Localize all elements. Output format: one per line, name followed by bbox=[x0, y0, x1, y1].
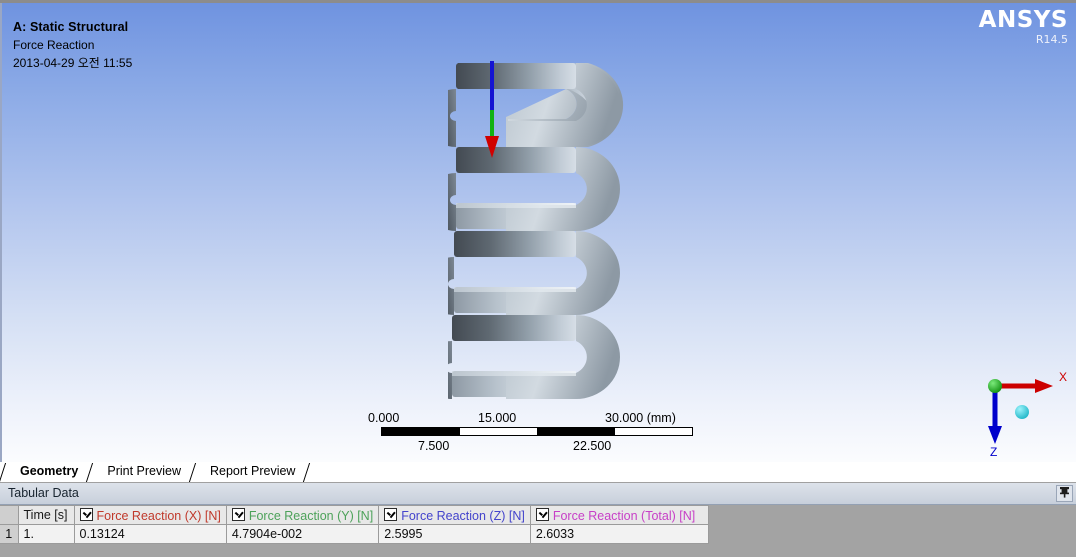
table-header-row: Time [s] Force Reaction (X) [N] Force Re… bbox=[0, 505, 709, 525]
column-label-force-x: Force Reaction (X) [N] bbox=[96, 508, 221, 523]
column-checkbox-force-z[interactable] bbox=[384, 507, 398, 521]
column-checkbox-force-x[interactable] bbox=[79, 507, 93, 521]
column-header-force-y[interactable]: Force Reaction (Y) [N] bbox=[226, 505, 380, 525]
tab-geometry[interactable]: Geometry bbox=[9, 462, 88, 482]
triad-x-label: X bbox=[1059, 370, 1067, 384]
ruler-label-7-5: 7.500 bbox=[418, 439, 450, 453]
column-checkbox-force-total[interactable] bbox=[535, 507, 549, 521]
panel-title-bar: Tabular Data bbox=[0, 483, 1076, 505]
column-checkbox-force-y[interactable] bbox=[231, 507, 245, 521]
tab-separator bbox=[190, 462, 199, 482]
tab-separator bbox=[0, 462, 9, 482]
ansys-logo: ANSYS R14.5 bbox=[978, 7, 1068, 47]
pushpin-glyph bbox=[1060, 487, 1069, 498]
column-label-force-y: Force Reaction (Y) [N] bbox=[248, 508, 374, 523]
graphics-viewport[interactable]: A: Static Structural Force Reaction 2013… bbox=[0, 0, 1076, 462]
ruler-label-22-5: 22.500 bbox=[573, 439, 612, 453]
triad-origin-sphere bbox=[988, 379, 1002, 393]
column-header-time[interactable]: Time [s] bbox=[18, 505, 75, 525]
panel-title: Tabular Data bbox=[8, 486, 79, 500]
scale-ruler: 0.000 15.000 30.000 (mm) 7.500 22.500 bbox=[368, 411, 748, 453]
ruler-label-30: 30.000 (mm) bbox=[605, 411, 676, 425]
cell-force-z[interactable]: 2.5995 bbox=[378, 524, 531, 544]
column-label-time: Time [s] bbox=[23, 508, 68, 522]
ansys-wordmark: ANSYS bbox=[978, 7, 1068, 33]
pin-icon[interactable] bbox=[1056, 485, 1073, 502]
viewport-title: A: Static Structural bbox=[13, 20, 129, 34]
cell-time[interactable]: 1. bbox=[18, 524, 75, 544]
triad-y-sphere bbox=[1015, 405, 1029, 419]
tab-print-preview[interactable]: Print Preview bbox=[96, 462, 190, 482]
tab-separator bbox=[304, 462, 313, 482]
tab-report-preview[interactable]: Report Preview bbox=[199, 462, 305, 482]
viewport-subtitle: Force Reaction bbox=[13, 38, 95, 52]
viewport-date: 2013-04-29 오전 11:55 bbox=[13, 56, 133, 70]
ruler-bar bbox=[381, 427, 693, 436]
ansys-mechanical-window: A: Static Structural Force Reaction 2013… bbox=[0, 0, 1076, 557]
row-header-1[interactable]: 1 bbox=[0, 524, 19, 544]
column-header-force-total[interactable]: Force Reaction (Total) [N] bbox=[530, 505, 709, 525]
column-label-force-z: Force Reaction (Z) [N] bbox=[401, 508, 525, 523]
tabular-data-grid[interactable]: Time [s] Force Reaction (X) [N] Force Re… bbox=[0, 505, 1076, 557]
column-label-force-total: Force Reaction (Total) [N] bbox=[552, 508, 696, 523]
column-header-force-z[interactable]: Force Reaction (Z) [N] bbox=[378, 505, 531, 525]
results-table[interactable]: Time [s] Force Reaction (X) [N] Force Re… bbox=[0, 505, 709, 544]
triad-z-label: Z bbox=[990, 445, 997, 458]
view-tab-bar[interactable]: Geometry Print Preview Report Preview bbox=[0, 462, 1076, 483]
table-corner-cell[interactable] bbox=[0, 505, 19, 525]
cell-force-x[interactable]: 0.13124 bbox=[74, 524, 227, 544]
table-row[interactable]: 1 1. 0.13124 4.7904e-002 2.5995 2.6033 bbox=[0, 524, 709, 544]
tabular-data-panel: Tabular Data Time [s] Force Reaction (X)… bbox=[0, 483, 1076, 557]
orientation-triad[interactable]: X Z bbox=[963, 368, 1071, 458]
column-header-force-x[interactable]: Force Reaction (X) [N] bbox=[74, 505, 227, 525]
ruler-label-0: 0.000 bbox=[368, 411, 400, 425]
cell-force-y[interactable]: 4.7904e-002 bbox=[226, 524, 380, 544]
cell-force-total[interactable]: 2.6033 bbox=[530, 524, 709, 544]
ruler-label-15: 15.000 bbox=[478, 411, 517, 425]
ansys-revision: R14.5 bbox=[1035, 33, 1068, 46]
tab-separator bbox=[87, 462, 96, 482]
spring-model[interactable] bbox=[448, 58, 648, 418]
